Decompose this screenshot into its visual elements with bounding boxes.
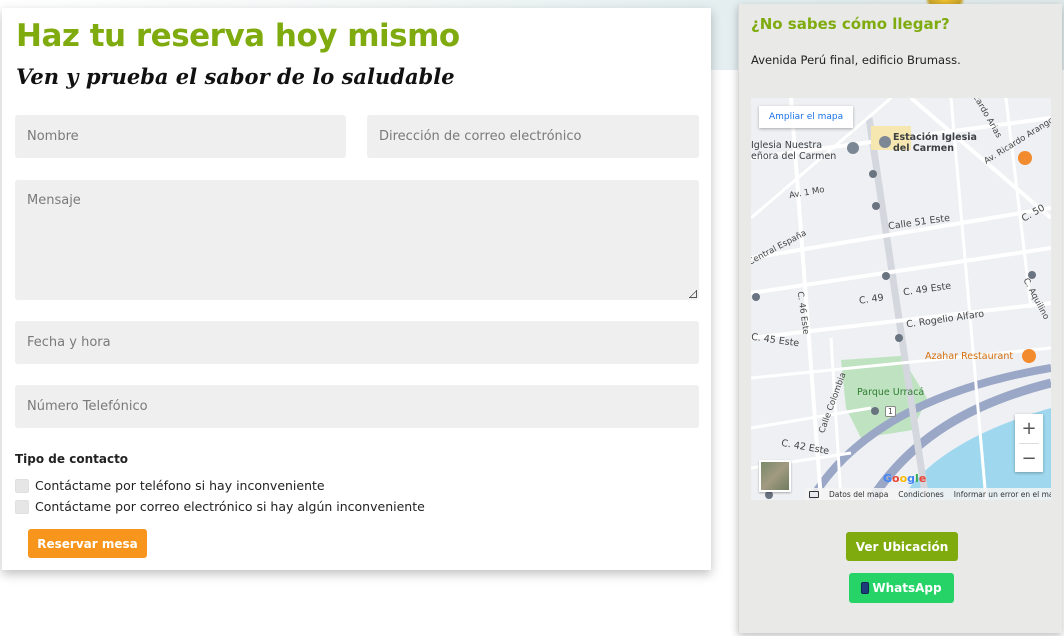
map-data-link[interactable]: Datos del mapa — [829, 490, 888, 499]
email-field[interactable]: Dirección de correo electrónico — [367, 115, 699, 158]
reserve-button[interactable]: Reservar mesa — [28, 529, 147, 558]
contact-type-label: Tipo de contacto — [15, 452, 129, 466]
map-label-station: Estación Iglesia del Carmen — [893, 132, 977, 154]
phone-placeholder: Número Telefónico — [27, 399, 148, 414]
embedded-map[interactable]: Ampliar el mapa Iglesia Nuestra eñora de… — [751, 98, 1051, 500]
email-placeholder: Dirección de correo electrónico — [379, 129, 582, 144]
form-title: Haz tu reserva hoy mismo — [16, 18, 460, 54]
map-terms-link[interactable]: Condiciones — [898, 490, 944, 499]
whatsapp-button[interactable]: WhatsApp — [849, 573, 954, 603]
contact-email-checkbox[interactable] — [15, 499, 29, 514]
location-address: Avenida Perú final, edificio Brumass. — [751, 53, 961, 67]
contact-phone-option[interactable]: Contáctame por teléfono si hay inconveni… — [15, 478, 325, 493]
datetime-placeholder: Fecha y hora — [27, 335, 111, 350]
map-footer: Datos del mapa Condiciones Informar un e… — [805, 488, 1051, 500]
message-field[interactable]: Mensaje — [15, 180, 699, 300]
resize-handle[interactable] — [689, 290, 697, 298]
form-subtitle: Ven y prueba el sabor de lo saludable — [16, 64, 455, 89]
view-location-button[interactable]: Ver Ubicación — [846, 532, 958, 561]
whatsapp-label: WhatsApp — [872, 581, 942, 595]
reservation-form: Haz tu reserva hoy mismo Ven y prueba el… — [2, 8, 711, 570]
zoom-in-button[interactable]: + — [1015, 414, 1043, 443]
contact-email-option[interactable]: Contáctame por correo electrónico si hay… — [15, 499, 425, 514]
name-field[interactable]: Nombre — [15, 115, 346, 158]
route-badge: 1 — [885, 406, 896, 417]
map-label-azahar: Azahar Restaurant — [925, 351, 1014, 362]
google-logo: Google — [883, 472, 927, 485]
keyboard-icon[interactable] — [809, 490, 819, 498]
contact-email-label: Contáctame por correo electrónico si hay… — [35, 499, 425, 514]
map-expand-button[interactable]: Ampliar el mapa — [759, 106, 854, 128]
map-label-parque: Parque Urracá — [857, 387, 925, 398]
contact-phone-label: Contáctame por teléfono si hay inconveni… — [35, 478, 325, 493]
map-report-link[interactable]: Informar un error en el mapa — [954, 490, 1051, 499]
phone-field[interactable]: Número Telefónico — [15, 385, 699, 428]
contact-phone-checkbox[interactable] — [15, 478, 29, 493]
map-label-church: Iglesia Nuestra eñora del Carmen — [751, 140, 837, 162]
phone-icon — [861, 582, 870, 594]
datetime-field[interactable]: Fecha y hora — [15, 321, 699, 364]
location-title: ¿No sabes cómo llegar? — [751, 15, 950, 33]
name-placeholder: Nombre — [27, 129, 79, 144]
map-zoom-controls: + − — [1015, 414, 1043, 472]
message-placeholder: Mensaje — [27, 193, 81, 208]
zoom-out-button[interactable]: − — [1015, 444, 1043, 473]
satellite-toggle[interactable] — [759, 460, 791, 492]
location-panel: ¿No sabes cómo llegar? Avenida Perú fina… — [738, 4, 1062, 633]
